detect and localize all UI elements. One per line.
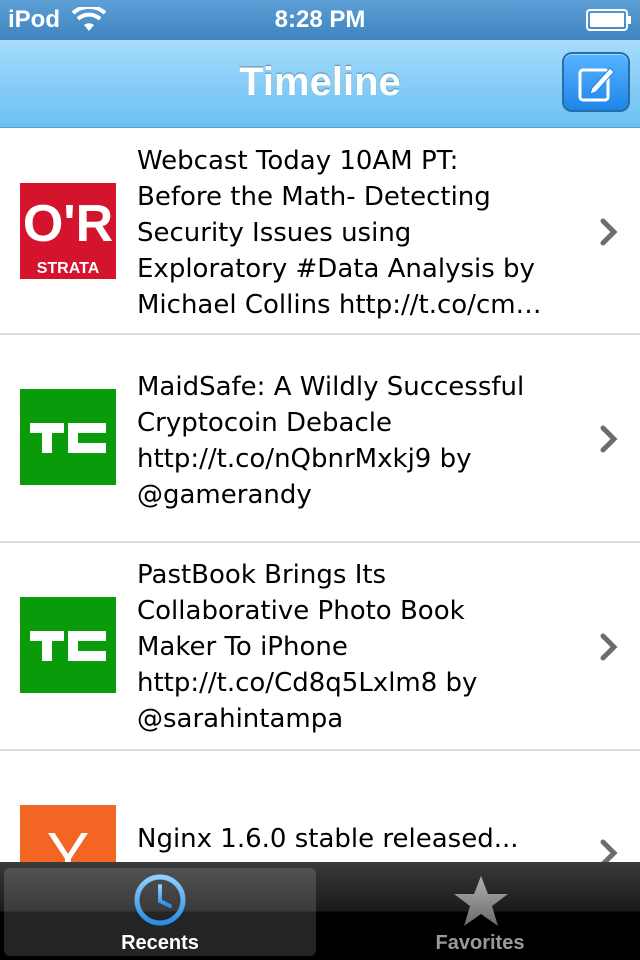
- tab-label: Recents: [121, 932, 199, 954]
- tab-favorites[interactable]: Favorites: [324, 868, 636, 956]
- techcrunch-logo: TC: [20, 389, 116, 485]
- compose-button[interactable]: [562, 52, 630, 112]
- tab-label: Favorites: [435, 932, 525, 954]
- status-bar: iPod 8:28 PM: [0, 0, 640, 40]
- timeline-row[interactable]: TC MaidSafe: A Wildly Successful Cryptoc…: [0, 335, 640, 543]
- timeline-row[interactable]: Y Nginx 1.6.0 stable released...: [0, 751, 640, 862]
- page-title: Timeline: [239, 60, 401, 104]
- clock-icon: [134, 874, 186, 926]
- chevron-right-icon: [600, 218, 618, 246]
- ycombinator-logo: Y: [20, 805, 116, 862]
- timeline-list: O'R STRATA Webcast Today 10AM PT: Before…: [0, 129, 640, 862]
- tab-recents[interactable]: Recents: [4, 868, 316, 956]
- star-icon: [454, 876, 508, 926]
- avatar-text: O'R: [23, 195, 113, 253]
- avatar-text: Y: [47, 819, 90, 862]
- tab-bar: Recents Favorites: [0, 862, 640, 960]
- avatar-techcrunch: TC: [20, 389, 116, 485]
- nav-bar: Timeline: [0, 40, 640, 128]
- avatar-oreilly-strata: O'R STRATA: [20, 183, 116, 279]
- avatar-subtext: STRATA: [37, 260, 100, 277]
- avatar-ycombinator: Y: [20, 805, 116, 862]
- chevron-right-icon: [600, 633, 618, 661]
- tweet-text: PastBook Brings Its Collaborative Photo …: [137, 560, 478, 734]
- status-time: 8:28 PM: [274, 6, 366, 33]
- tweet-text: Nginx 1.6.0 stable released...: [137, 824, 519, 854]
- timeline-row[interactable]: O'R STRATA Webcast Today 10AM PT: Before…: [0, 129, 640, 335]
- chevron-right-icon: [600, 839, 618, 862]
- avatar-techcrunch: TC: [20, 597, 116, 693]
- techcrunch-logo: TC: [20, 597, 116, 693]
- compose-icon: [578, 67, 615, 102]
- chevron-right-icon: [600, 425, 618, 453]
- oreilly-strata-logo: O'R STRATA: [20, 183, 116, 279]
- battery-icon: [586, 9, 631, 31]
- timeline-row[interactable]: TC PastBook Brings Its Collaborative Pho…: [0, 543, 640, 751]
- tweet-text: Webcast Today 10AM PT: Before the Math- …: [137, 146, 542, 320]
- tweet-text: MaidSafe: A Wildly Successful Cryptocoin…: [137, 372, 525, 510]
